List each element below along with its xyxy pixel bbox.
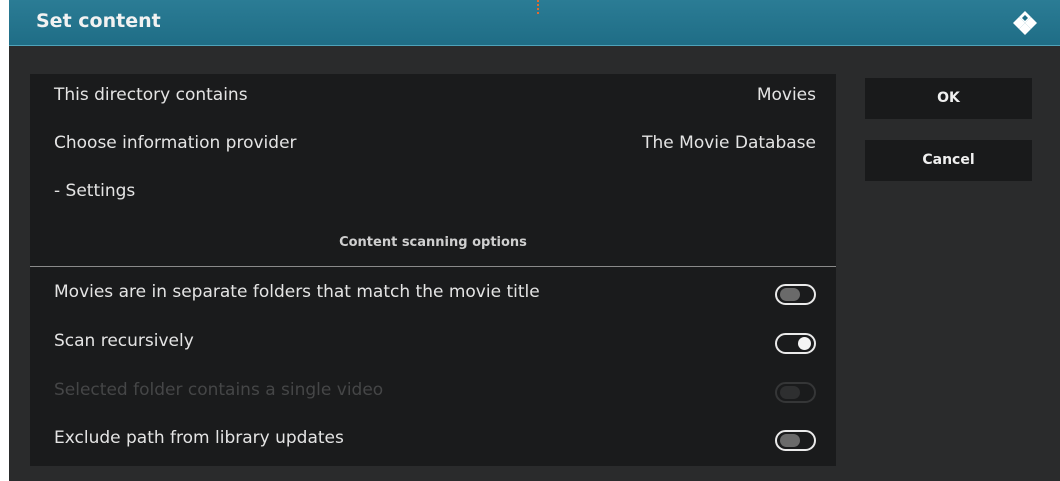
option-label: Scan recursively <box>54 331 194 351</box>
row-information-provider[interactable]: Choose information provider The Movie Da… <box>30 122 836 171</box>
row-settings[interactable]: - Settings <box>30 170 836 219</box>
ok-button[interactable]: OK <box>865 78 1032 119</box>
option-separate-folders[interactable]: Movies are in separate folders that matc… <box>30 271 836 320</box>
option-scan-recursively[interactable]: Scan recursively <box>30 320 836 369</box>
row-label: Choose information provider <box>54 133 297 153</box>
toggle-switch[interactable] <box>775 430 816 451</box>
option-label: Movies are in separate folders that matc… <box>54 282 540 302</box>
toggle-knob <box>780 288 800 301</box>
option-label: Selected folder contains a single video <box>54 380 384 400</box>
toggle-switch[interactable] <box>775 284 816 305</box>
toggle-knob <box>780 434 800 447</box>
row-value: The Movie Database <box>642 133 816 153</box>
row-label: - Settings <box>54 181 136 201</box>
section-divider <box>30 266 836 267</box>
section-header: Content scanning options <box>339 235 527 250</box>
cursor-marker <box>537 0 539 14</box>
row-value: Movies <box>756 85 816 105</box>
dialog-title: Set content <box>36 10 161 32</box>
option-label: Exclude path from library updates <box>54 428 344 448</box>
settings-panel: This directory contains Movies Choose in… <box>30 74 836 466</box>
row-directory-contains[interactable]: This directory contains Movies <box>30 74 836 123</box>
title-bar: Set content <box>9 0 1060 46</box>
toggle-knob <box>780 386 800 399</box>
set-content-dialog: Set content This directory contains Movi… <box>9 0 1060 481</box>
option-exclude-path[interactable]: Exclude path from library updates <box>30 417 836 466</box>
option-single-video: Selected folder contains a single video <box>30 369 836 418</box>
toggle-switch <box>775 382 816 403</box>
toggle-knob <box>798 337 811 350</box>
cancel-button[interactable]: Cancel <box>865 140 1032 181</box>
kodi-logo-icon <box>1013 11 1037 35</box>
toggle-switch[interactable] <box>775 333 816 354</box>
row-label: This directory contains <box>54 85 248 105</box>
